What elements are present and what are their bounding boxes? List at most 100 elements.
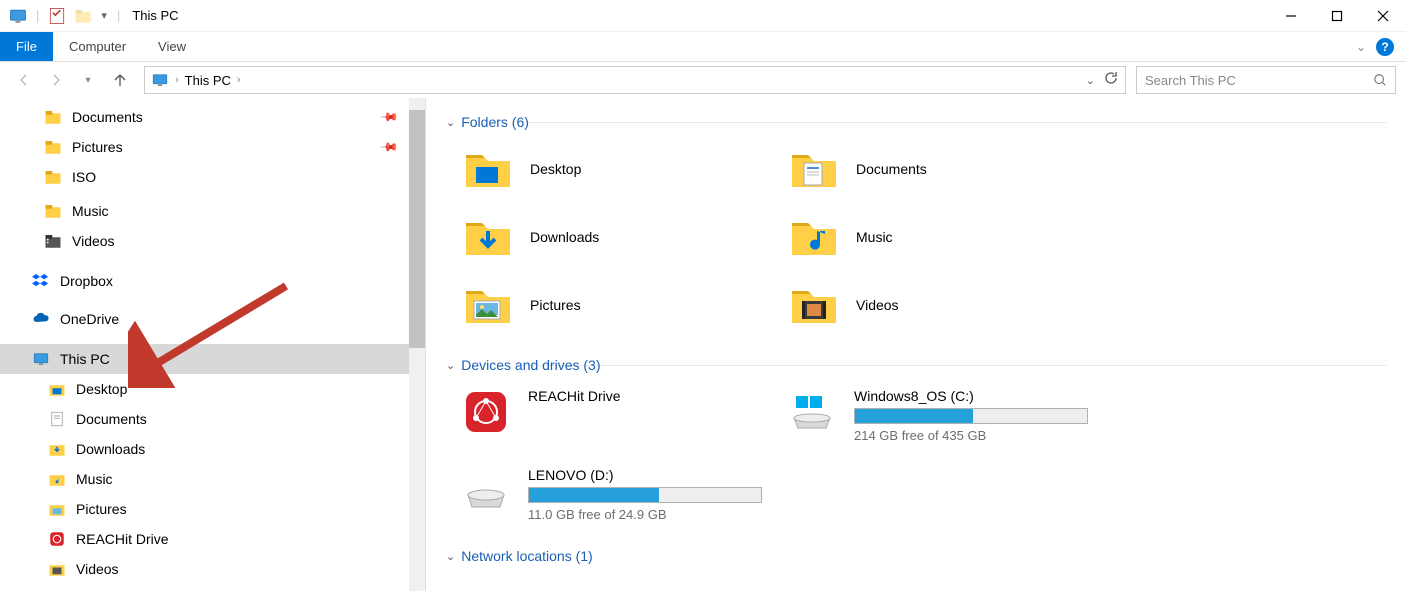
refresh-icon[interactable]	[1103, 70, 1119, 91]
this-pc-icon	[151, 71, 169, 89]
section-label: Folders (6)	[461, 114, 529, 130]
help-icon[interactable]: ?	[1376, 38, 1394, 56]
folder-label: Videos	[856, 297, 899, 313]
divider: |	[117, 8, 120, 23]
sidebar-item-label: Music	[72, 203, 109, 219]
documents-icon	[48, 410, 66, 428]
this-pc-icon	[8, 6, 28, 26]
folder-label: Downloads	[530, 229, 599, 245]
sidebar-item-label: Desktop	[76, 381, 127, 397]
videos-icon	[48, 560, 66, 578]
address-bar[interactable]: › This PC › ⌄	[144, 66, 1126, 94]
forward-button[interactable]	[42, 66, 70, 94]
downloads-icon	[48, 440, 66, 458]
maximize-button[interactable]	[1314, 0, 1360, 32]
sidebar-item-videos[interactable]: Videos	[0, 554, 425, 584]
pictures-folder-icon	[464, 281, 512, 329]
tab-file[interactable]: File	[0, 32, 53, 61]
sidebar-item-label: Pictures	[76, 501, 127, 517]
pin-icon: 📌	[379, 137, 399, 157]
section-label: Devices and drives (3)	[461, 357, 600, 373]
sidebar-item-documents[interactable]: Documents 📌	[0, 102, 425, 132]
up-button[interactable]	[106, 66, 134, 94]
folder-icon	[44, 108, 62, 126]
sidebar-item-desktop[interactable]: Desktop	[0, 374, 425, 404]
folder-label: Pictures	[530, 297, 581, 313]
breadcrumb-sep[interactable]: ›	[175, 74, 179, 86]
sidebar-item-downloads[interactable]: Downloads	[0, 434, 425, 464]
drive-usage-bar	[854, 408, 1088, 424]
folder-icon	[44, 232, 62, 250]
tab-view[interactable]: View	[142, 32, 202, 61]
folder-music[interactable]: Music	[786, 209, 1106, 265]
sidebar-item-pictures[interactable]: Pictures 📌	[0, 132, 425, 162]
this-pc-icon	[32, 350, 50, 368]
sidebar-item-onedrive[interactable]: OneDrive	[0, 304, 425, 334]
folder-icon	[44, 168, 62, 186]
recent-dropdown[interactable]: ▾	[74, 66, 102, 94]
sidebar-item-this-pc[interactable]: This PC	[0, 344, 425, 374]
folder-videos[interactable]: Videos	[786, 277, 1106, 333]
sidebar-item-label: Pictures	[72, 139, 123, 155]
divider	[526, 365, 1386, 366]
search-box[interactable]	[1136, 66, 1396, 94]
tab-computer[interactable]: Computer	[53, 32, 142, 61]
section-network[interactable]: ⌄ Network locations (1)	[446, 542, 1386, 570]
ribbon-expand-icon[interactable]: ⌄	[1356, 40, 1366, 54]
dropbox-icon	[32, 272, 50, 290]
folder-icon	[44, 202, 62, 220]
music-icon	[48, 470, 66, 488]
folder-label: Music	[856, 229, 893, 245]
sidebar-item-label: Documents	[76, 411, 147, 427]
sidebar-item-music[interactable]: Music	[0, 464, 425, 494]
drive-usage-bar	[528, 487, 762, 503]
properties-icon[interactable]	[47, 6, 67, 26]
minimize-button[interactable]	[1268, 0, 1314, 32]
drive-label: LENOVO (D:)	[528, 467, 762, 483]
new-folder-icon[interactable]	[73, 6, 93, 26]
back-button[interactable]	[10, 66, 38, 94]
sidebar-item-label: Videos	[72, 233, 115, 249]
folder-documents[interactable]: Documents	[786, 141, 1106, 197]
ribbon-tabs: File Computer View ⌄ ?	[0, 32, 1406, 62]
videos-folder-icon	[790, 281, 838, 329]
close-button[interactable]	[1360, 0, 1406, 32]
search-input[interactable]	[1145, 73, 1373, 88]
qat-dropdown[interactable]: ▾	[101, 9, 107, 22]
sidebar-item-label: Music	[76, 471, 113, 487]
sidebar-item-iso[interactable]: ISO	[0, 162, 425, 192]
chevron-down-icon: ⌄	[446, 359, 455, 372]
divider: |	[36, 8, 39, 23]
search-icon[interactable]	[1373, 73, 1387, 87]
sidebar-item-label: Videos	[76, 561, 119, 577]
scrollbar-thumb[interactable]	[409, 110, 425, 348]
downloads-folder-icon	[464, 213, 512, 261]
address-dropdown-icon[interactable]: ⌄	[1086, 74, 1095, 87]
drive-d[interactable]: LENOVO (D:) 11.0 GB free of 24.9 GB	[460, 465, 780, 524]
drive-c[interactable]: Windows8_OS (C:) 214 GB free of 435 GB	[786, 386, 1106, 445]
reachit-icon	[48, 530, 66, 548]
chevron-down-icon: ⌄	[446, 116, 455, 129]
sidebar-item-label: This PC	[60, 351, 110, 367]
folder-downloads[interactable]: Downloads	[460, 209, 780, 265]
section-label: Network locations (1)	[461, 548, 593, 564]
sidebar-item-videos[interactable]: Videos	[0, 226, 425, 256]
sidebar-item-dropbox[interactable]: Dropbox	[0, 266, 425, 296]
breadcrumb-this-pc[interactable]: This PC	[185, 73, 231, 88]
drive-label: Windows8_OS (C:)	[854, 388, 1088, 404]
sidebar-item-pictures[interactable]: Pictures	[0, 494, 425, 524]
window-title: This PC	[132, 8, 178, 23]
drive-reachit[interactable]: REACHit Drive	[460, 386, 780, 445]
sidebar-item-music[interactable]: Music	[0, 196, 425, 226]
pictures-icon	[48, 500, 66, 518]
sidebar-item-reachit[interactable]: REACHit Drive	[0, 524, 425, 554]
folder-desktop[interactable]: Desktop	[460, 141, 780, 197]
sidebar-item-documents[interactable]: Documents	[0, 404, 425, 434]
drive-free-text: 11.0 GB free of 24.9 GB	[528, 507, 762, 522]
title-bar: | ▾ | This PC	[0, 0, 1406, 32]
reachit-drive-icon	[462, 388, 510, 436]
folder-label: Desktop	[530, 161, 581, 177]
sidebar-item-label: Downloads	[76, 441, 145, 457]
breadcrumb-sep[interactable]: ›	[237, 74, 241, 86]
folder-pictures[interactable]: Pictures	[460, 277, 780, 333]
